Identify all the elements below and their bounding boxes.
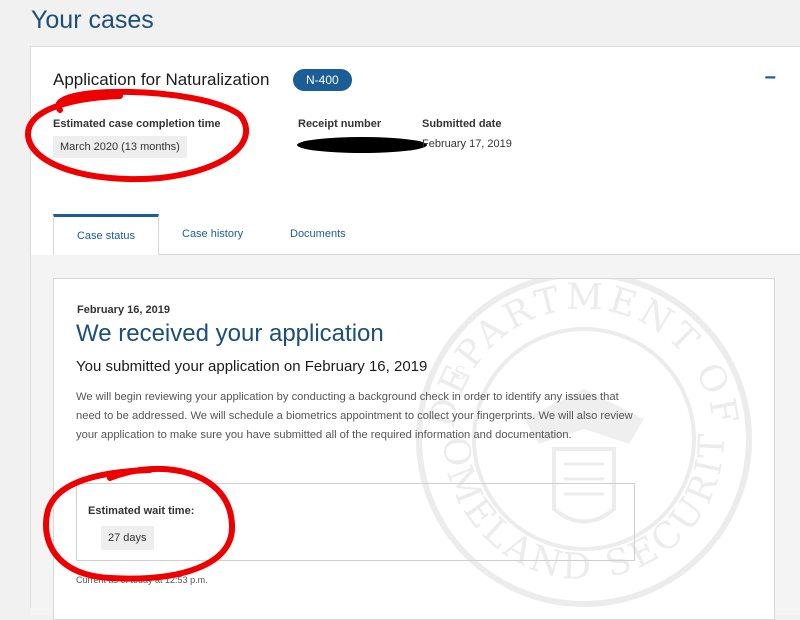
as-of-timestamp: Current as of today at 12:53 p.m. bbox=[76, 575, 208, 585]
collapse-button[interactable]: − bbox=[764, 67, 776, 90]
status-date: February 16, 2019 bbox=[77, 304, 170, 316]
submitted-date-value: February 17, 2019 bbox=[422, 138, 512, 150]
wait-time-label: Estimated wait time: bbox=[88, 505, 194, 517]
case-title: Application for Naturalization bbox=[53, 70, 269, 90]
redaction-mark bbox=[297, 137, 427, 153]
receipt-number-label: Receipt number bbox=[298, 118, 381, 130]
receipt-number-group: Receipt number bbox=[298, 118, 381, 130]
completion-time-value: March 2020 (13 months) bbox=[53, 136, 187, 158]
tab-case-history[interactable]: Case history bbox=[182, 214, 243, 254]
completion-time-group: Estimated case completion time March 202… bbox=[53, 118, 221, 158]
status-subheading: You submitted your application on Februa… bbox=[76, 358, 427, 375]
case-card: Application for Naturalization N-400 − E… bbox=[30, 46, 800, 608]
case-status-panel: DEPARTMENT OF HOMELAND SECURITY S Februa… bbox=[53, 278, 775, 620]
tab-case-status[interactable]: Case status bbox=[53, 214, 159, 258]
wait-time-box: Estimated wait time: 27 days bbox=[76, 483, 635, 561]
seal-initials: S bbox=[454, 363, 466, 384]
submitted-date-label: Submitted date bbox=[422, 118, 512, 130]
wait-time-value: 27 days bbox=[101, 526, 154, 550]
tab-content: DEPARTMENT OF HOMELAND SECURITY S Februa… bbox=[31, 255, 800, 615]
completion-time-label: Estimated case completion time bbox=[53, 118, 221, 130]
page-title: Your cases bbox=[31, 6, 154, 35]
submitted-date-group: Submitted date February 17, 2019 bbox=[422, 118, 512, 150]
status-headline: We received your application bbox=[76, 320, 384, 348]
form-type-badge: N-400 bbox=[293, 69, 352, 91]
case-tabs: Case status Case history Documents bbox=[53, 214, 800, 255]
status-description: We will begin reviewing your application… bbox=[76, 388, 636, 445]
tab-documents[interactable]: Documents bbox=[290, 214, 346, 254]
